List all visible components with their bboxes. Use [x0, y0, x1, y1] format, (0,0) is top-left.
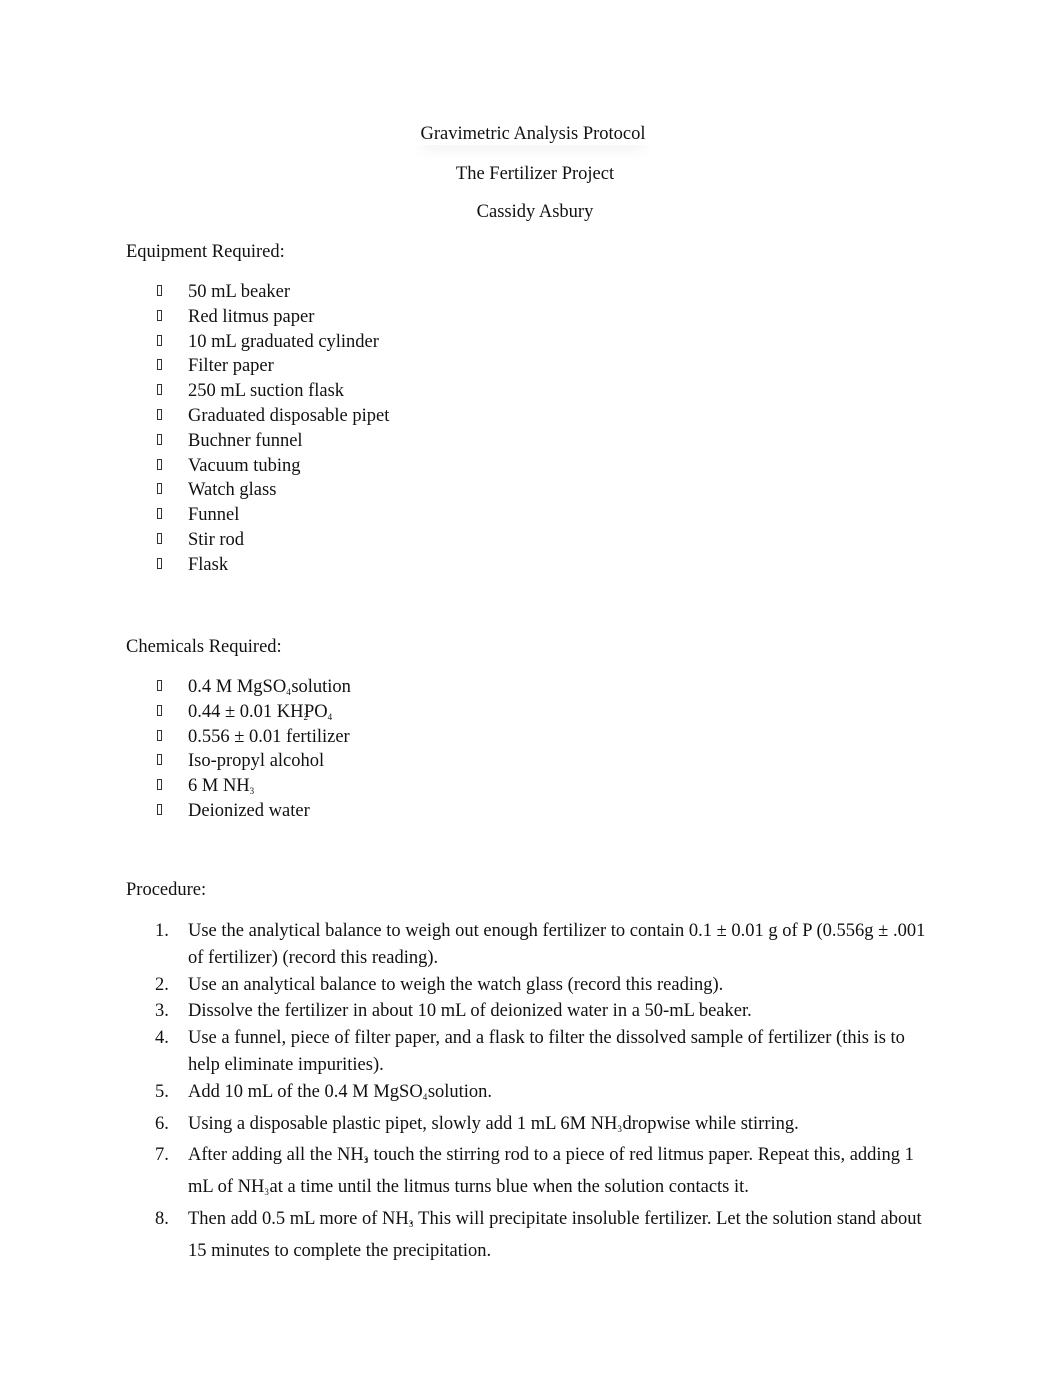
chemicals-heading: Chemicals Required: [126, 637, 282, 657]
bullet-icon [157, 285, 162, 296]
step-text: Use an analytical balance to weigh the w… [188, 974, 724, 995]
bullet-icon [157, 384, 162, 396]
chemical-item-label: 0.556 ± 0.01 fertilizer [188, 725, 350, 749]
chemical-text: Deionized water [188, 800, 310, 821]
bullet-icon [157, 309, 162, 321]
procedure-step: 6. Using a disposable plastic pipet, slow… [155, 1111, 935, 1143]
chemical-text: 0.4 M MgSO [188, 677, 287, 697]
document-title: Gravimetric Analysis Protocol [414, 124, 651, 145]
equipment-item-label: 50 mL beaker [188, 282, 291, 302]
procedure-step: 3. Dissolve the fertilizer in about 10 mL… [155, 998, 935, 1025]
bullet-icon [157, 532, 162, 544]
document-title-wrap: Gravimetric Analysis Protocol [0, 124, 1062, 145]
equipment-heading: Equipment Required: [126, 242, 285, 262]
bullet-icon [157, 729, 162, 741]
step-number: 5. [155, 1081, 169, 1102]
procedure-list: 1. Use the analytical balance to weigh ou… [155, 918, 935, 1265]
step-number: 2. [155, 974, 169, 995]
chemical-item-label: Deionized water [188, 799, 310, 823]
procedure-step: 7. After adding all the NH3, touch the st… [155, 1142, 935, 1206]
step-number: 4. [155, 1028, 169, 1049]
bullet-icon [157, 433, 162, 445]
chemical-text: PO [304, 701, 328, 722]
equipment-item-label: Graduated disposable pipet [188, 405, 390, 426]
step-text: Use the analytical balance to weigh out … [188, 921, 926, 968]
procedure-step: 8. Then add 0.5 mL more of NH3. This will… [155, 1206, 935, 1265]
chemical-text: solution [286, 677, 351, 697]
procedure-step: 4. Use a funnel, piece of filter paper, a… [155, 1025, 935, 1079]
equipment-item-label: Funnel [188, 505, 240, 526]
step-text: Then add 0.5 mL more of NH [188, 1208, 409, 1229]
step-text: solution. [423, 1081, 493, 1102]
bullet-icon [157, 704, 162, 716]
procedure-step: 2. Use an analytical balance to weigh the… [155, 972, 935, 999]
bullet-icon [157, 557, 162, 569]
bullet-icon [157, 803, 162, 815]
equipment-item-label: Buchner funnel [188, 430, 303, 451]
equipment-item-label: Filter paper [188, 356, 274, 377]
step-number: 8. [155, 1208, 169, 1229]
step-text: at a time until the litmus turns blue wh… [264, 1177, 749, 1198]
bullet-icon [157, 483, 162, 495]
procedure-step: 5. Add 10 mL of the 0.4 M MgSO4 solution. [155, 1079, 935, 1111]
step-number: 1. [155, 921, 169, 941]
chemical-text: 0.556 ± 0.01 fertilizer [188, 726, 350, 747]
equipment-item-label: Vacuum tubing [188, 455, 301, 476]
subscript: 4 [327, 711, 331, 722]
equipment-item-label: Flask [188, 554, 229, 575]
equipment-item-label: 10 mL graduated cylinder [188, 331, 379, 352]
bullet-icon [157, 779, 162, 791]
step-number: 7. [155, 1145, 169, 1166]
step-text: Dissolve the fertilizer in about 10 mL o… [188, 1001, 752, 1022]
equipment-item-label: Watch glass [188, 480, 277, 501]
step-number: 3. [155, 1001, 169, 1022]
chemical-text: Iso-propyl alcohol [188, 751, 325, 772]
procedure-heading: Procedure: [126, 880, 207, 900]
step-text: dropwise while stirring. [617, 1113, 799, 1134]
bullet-icon [157, 359, 162, 371]
step-text: Using a disposable plastic pipet, slowly… [188, 1113, 618, 1134]
bullet-icon [157, 408, 162, 420]
bullet-icon [157, 458, 162, 470]
equipment-item-label: Stir rod [188, 529, 245, 550]
procedure-step: 1. Use the analytical balance to weigh ou… [155, 918, 935, 972]
bullet-icon [157, 754, 162, 766]
equipment-item-label: Red litmus paper [188, 306, 315, 327]
document-author: Cassidy Asbury [476, 202, 594, 222]
step-text: Use a funnel, piece of filter paper, and… [188, 1028, 905, 1075]
bullet-icon [157, 334, 162, 346]
bullet-icon [157, 508, 162, 520]
step-text: Add 10 mL of the 0.4 M MgSO [188, 1081, 423, 1102]
bullet-icon [157, 680, 162, 691]
subscript: 3 [249, 786, 253, 797]
step-number: 6. [155, 1113, 169, 1134]
chemical-text: 0.44 ± 0.01 KH [188, 701, 304, 722]
equipment-item-label: 250 mL suction flask [188, 381, 345, 402]
document-subtitle: The Fertilizer Project [455, 164, 615, 184]
step-text: After adding all the NH [188, 1145, 364, 1166]
chemical-item-label: Iso-propyl alcohol [188, 749, 324, 773]
chemical-text: 6 M NH [188, 776, 250, 797]
